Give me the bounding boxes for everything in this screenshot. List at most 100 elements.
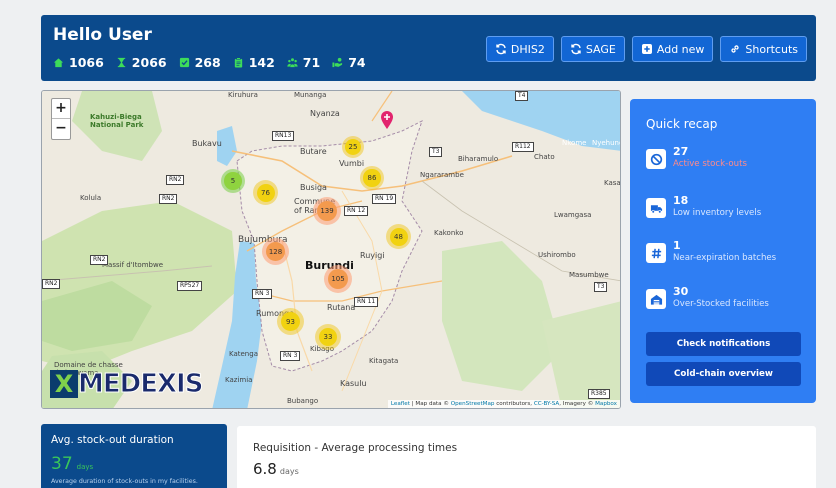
sage-sync-button[interactable]: SAGE bbox=[560, 36, 625, 62]
road-tag: RN 11 bbox=[354, 297, 379, 307]
requisition-title: Requisition - Average processing times bbox=[253, 442, 458, 454]
place-label: Nyehunge bbox=[592, 139, 620, 147]
avg-stockout-description: Average duration of stock-outs in my fac… bbox=[51, 478, 198, 485]
recap-item-low-inventory[interactable]: 18 Low inventory levels bbox=[646, 194, 761, 219]
map-cluster[interactable]: 105 bbox=[324, 265, 352, 293]
place-label: Ngararambe bbox=[420, 171, 464, 179]
place-label: Ushirombo bbox=[538, 251, 576, 259]
stat-facilities: 1066 bbox=[53, 55, 104, 70]
hand-coin-icon bbox=[332, 57, 343, 68]
road-tag: RN2 bbox=[166, 175, 185, 185]
map-pin-icon[interactable] bbox=[380, 110, 394, 130]
map-cluster[interactable]: 5 bbox=[221, 169, 245, 193]
road-tag: RN2 bbox=[42, 279, 61, 289]
clipboard-icon bbox=[234, 57, 242, 68]
osm-link[interactable]: OpenStreetMap bbox=[451, 401, 495, 407]
check-notifications-button[interactable]: Check notifications bbox=[646, 332, 801, 356]
recap-item-near-expiration[interactable]: 1 Near-expiration batches bbox=[646, 239, 776, 264]
home-icon bbox=[53, 58, 64, 68]
sync-icon bbox=[496, 43, 506, 55]
truck-icon bbox=[650, 204, 662, 213]
road-tag: RP527 bbox=[177, 281, 203, 291]
map-cluster[interactable]: 139 bbox=[313, 197, 341, 225]
place-label: Vumbi bbox=[339, 159, 365, 168]
map-cluster[interactable]: 33 bbox=[315, 324, 341, 350]
road-tag: RN13 bbox=[272, 131, 295, 141]
map-tiles bbox=[42, 91, 620, 408]
map-cluster[interactable]: 128 bbox=[262, 238, 289, 265]
road-tag: T4 bbox=[515, 91, 529, 101]
place-label: Domaine de chasse bbox=[54, 361, 123, 369]
add-square-icon bbox=[641, 44, 652, 54]
stat-hand-coin: 74 bbox=[332, 55, 366, 70]
place-label: Busiga bbox=[300, 183, 327, 192]
place-label: Katenga bbox=[229, 350, 258, 358]
avg-stockout-card: Avg. stock-out duration 37 days Average d… bbox=[41, 424, 227, 488]
warehouse-icon bbox=[650, 294, 662, 305]
road-tag: RN2 bbox=[90, 255, 109, 265]
map-cluster[interactable]: 93 bbox=[277, 308, 304, 335]
facility-map[interactable]: + − Kahuzi-Biega National Park Bukavu Ny… bbox=[41, 90, 621, 409]
place-label: Rutana bbox=[327, 303, 356, 312]
place-label: Kiruhura bbox=[228, 91, 258, 99]
recap-item-stockouts[interactable]: 27 Active stock-outs bbox=[646, 145, 747, 170]
road-tag: RN 12 bbox=[344, 206, 369, 216]
quick-recap-panel: Quick recap 27 Active stock-outs 18 Low … bbox=[630, 99, 816, 403]
place-label: Nkome bbox=[562, 139, 587, 147]
mapbox-link[interactable]: Mapbox bbox=[595, 401, 617, 407]
cc-link[interactable]: CC-BY-SA bbox=[534, 401, 559, 407]
recap-title: Quick recap bbox=[646, 117, 718, 131]
stat-hourglass: 2066 bbox=[116, 55, 167, 70]
place-label: Massif d'Itombwe bbox=[102, 261, 164, 269]
map-cluster[interactable]: 76 bbox=[253, 180, 278, 205]
people-icon bbox=[287, 58, 298, 68]
zoom-out-button[interactable]: − bbox=[52, 119, 70, 139]
road-tag: R112 bbox=[512, 142, 534, 152]
place-label: Kitagata bbox=[369, 357, 399, 365]
place-label: Biharamulo bbox=[458, 155, 499, 163]
shortcuts-button[interactable]: Shortcuts bbox=[720, 36, 807, 62]
map-cluster[interactable]: 25 bbox=[342, 136, 364, 158]
header-actions: DHIS2 SAGE Add new Shortcuts bbox=[485, 36, 807, 62]
add-new-button[interactable]: Add new bbox=[631, 36, 714, 62]
place-label: Bubango bbox=[287, 397, 319, 405]
cold-chain-overview-button[interactable]: Cold-chain overview bbox=[646, 362, 801, 386]
place-label: Ruyigi bbox=[360, 251, 385, 260]
zoom-control: + − bbox=[51, 98, 71, 140]
map-cluster[interactable]: 86 bbox=[360, 166, 384, 190]
requisition-value: 6.8 days bbox=[253, 460, 299, 478]
road-tag: T3 bbox=[594, 282, 608, 292]
avg-stockout-value: 37 days bbox=[51, 454, 94, 474]
place-label: Kasulu bbox=[340, 379, 367, 388]
road-tag: RN 3 bbox=[252, 289, 273, 299]
link-icon bbox=[731, 45, 740, 53]
place-label: National Park bbox=[90, 121, 144, 129]
square-check-icon bbox=[179, 57, 189, 68]
place-label: Kazimia bbox=[225, 376, 253, 384]
leaflet-link[interactable]: Leaflet bbox=[391, 401, 410, 407]
recap-item-overstocked[interactable]: 30 Over-Stocked facilities bbox=[646, 285, 769, 310]
place-label: Nyanza bbox=[310, 109, 340, 118]
road-tag: R385 bbox=[588, 389, 610, 399]
sync-icon bbox=[571, 43, 581, 55]
logo-wordmark: MEDEXIS bbox=[77, 369, 203, 400]
zoom-in-button[interactable]: + bbox=[52, 99, 70, 119]
logo-mark: X bbox=[50, 370, 78, 398]
stat-clipboard: 142 bbox=[233, 55, 275, 70]
place-label: Bukavu bbox=[192, 139, 222, 148]
road-tag: RN 3 bbox=[280, 351, 301, 361]
road-tag: RN 19 bbox=[372, 194, 397, 204]
place-label: Chato bbox=[534, 153, 555, 161]
map-cluster[interactable]: 48 bbox=[386, 224, 411, 249]
dhis2-sync-button[interactable]: DHIS2 bbox=[485, 36, 554, 62]
header-stats: 1066 2066 268 142 71 74 bbox=[53, 55, 366, 70]
avg-stockout-title: Avg. stock-out duration bbox=[51, 434, 174, 446]
hash-icon bbox=[651, 248, 661, 258]
hourglass-icon bbox=[117, 57, 125, 68]
stat-people: 71 bbox=[287, 55, 320, 70]
place-label: Kakonko bbox=[434, 229, 464, 237]
place-label: Butare bbox=[300, 147, 327, 156]
place-label: Kahuzi-Biega bbox=[90, 113, 142, 121]
place-label: Kasa bbox=[604, 179, 621, 187]
map-attribution: Leaflet | Map data © OpenStreetMap contr… bbox=[387, 400, 620, 408]
